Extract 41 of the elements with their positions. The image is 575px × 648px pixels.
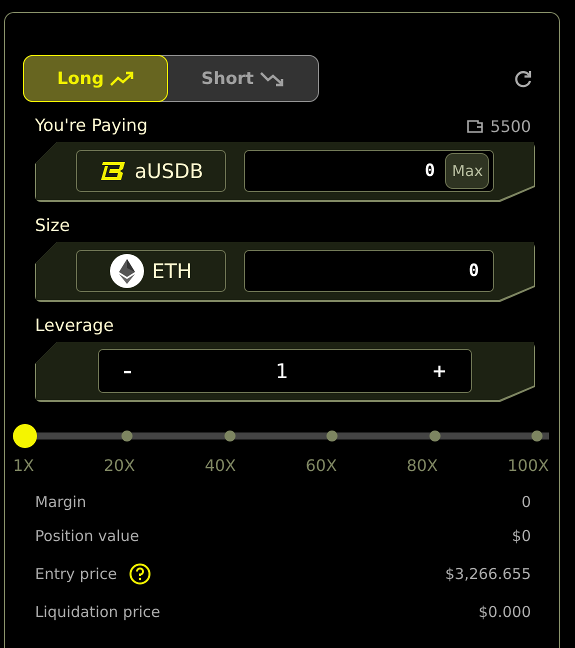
paying-label: You're Paying <box>35 116 148 136</box>
trend-down-icon <box>260 70 284 86</box>
slider-step-dot <box>326 430 338 442</box>
balance-amount: 5500 <box>490 116 531 136</box>
slider-step-dot <box>532 430 542 442</box>
max-button[interactable]: Max <box>445 153 489 189</box>
detail-label: Margin <box>35 493 86 511</box>
detail-label: Entry price <box>35 565 118 583</box>
detail-value: $0.000 <box>478 603 531 621</box>
slider-step-dot <box>122 430 133 442</box>
direction-tab[interactable]: Long <box>23 55 168 102</box>
diamond-coin-icon <box>110 254 144 288</box>
detail-label: Position value <box>35 527 140 545</box>
leverage-tick-label: 20X <box>104 456 136 475</box>
slider-thumb[interactable] <box>13 424 37 448</box>
increase-button[interactable]: + <box>426 360 453 382</box>
wallet-icon <box>466 118 484 134</box>
detail-value: $3,266.655 <box>445 565 531 583</box>
direction-tab[interactable]: Short <box>166 55 319 102</box>
refresh-icon[interactable] <box>513 68 533 88</box>
slider-step-dot <box>429 430 440 442</box>
detail-label: Liquidation price <box>35 603 160 621</box>
leverage-label: Leverage <box>35 316 114 336</box>
detail-value: 0 <box>521 493 531 511</box>
token-selector[interactable]: ETH <box>76 250 226 292</box>
detail-value: $0 <box>512 527 531 545</box>
leverage-tick-label: 40X <box>204 456 236 475</box>
decrease-button[interactable]: – <box>117 360 138 382</box>
token-logo-icon <box>98 161 127 181</box>
token-selector[interactable]: aUSDB <box>76 150 226 192</box>
leverage-tick-label: 1X <box>13 456 34 475</box>
leverage-tick-label: 60X <box>306 456 337 475</box>
size-amount-field[interactable]: 0 <box>244 250 494 292</box>
slider-step-dot <box>224 430 236 442</box>
leverage-tick-label: 80X <box>406 456 438 475</box>
trend-up-icon <box>110 70 134 86</box>
leverage-value: 1 <box>276 359 288 383</box>
help-icon[interactable] <box>129 563 152 585</box>
leverage-tick-label: 100X <box>508 456 549 475</box>
pay-amount-field[interactable]: 0 Max <box>244 150 494 192</box>
size-label: Size <box>35 216 70 236</box>
